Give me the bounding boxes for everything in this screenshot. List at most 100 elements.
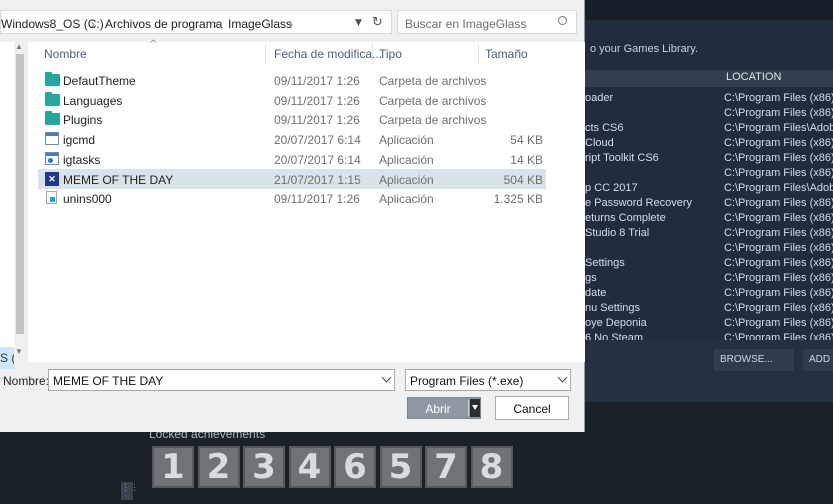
steam-game-name[interactable]: ript Toolkit CS6 bbox=[585, 152, 719, 167]
nav-scrollbar[interactable]: ▲ ▼ bbox=[14, 42, 27, 362]
steam-game-location[interactable]: C:\Program Files (x86)\El bbox=[724, 197, 833, 212]
breadcrumb-separator-icon[interactable]: › bbox=[214, 17, 218, 31]
locked-achievement-icon[interactable]: 8 bbox=[470, 446, 513, 488]
breadcrumb-drive[interactable]: Windows8_OS (C:) bbox=[1, 17, 104, 31]
steam-game-name[interactable]: oader bbox=[585, 92, 719, 107]
locked-achievement-icon[interactable]: 4 bbox=[288, 446, 331, 488]
column-header-type[interactable]: Tipo bbox=[379, 47, 402, 61]
browse-button[interactable]: BROWSE... bbox=[714, 349, 794, 371]
steam-game-name[interactable] bbox=[585, 167, 719, 182]
file-date: 20/07/2017 6:14 bbox=[274, 152, 361, 167]
file-row[interactable]: unins000 09/11/2017 1:26 Aplicación 1.325 K… bbox=[38, 188, 546, 208]
add-selected-button[interactable]: ADD S bbox=[803, 349, 833, 371]
steam-game-name[interactable]: nu Settings bbox=[585, 302, 719, 317]
steam-game-location[interactable]: C:\Program Files (x86)\Cl bbox=[724, 272, 833, 287]
column-header-size[interactable]: Tamaño bbox=[485, 47, 528, 61]
file-name: igtasks bbox=[63, 152, 101, 167]
file-date: 09/11/2017 1:26 bbox=[274, 192, 360, 207]
breadcrumb-imageglass[interactable]: ImageGlass bbox=[228, 17, 292, 31]
locked-achievement-icon[interactable]: 3 bbox=[243, 446, 285, 488]
cancel-button[interactable]: Cancel bbox=[495, 396, 569, 420]
breadcrumb-program-files[interactable]: Archivos de programa bbox=[105, 17, 222, 31]
uninstall-icon bbox=[46, 191, 57, 205]
steam-game-location[interactable]: C:\Program Files (x86)\Cl bbox=[724, 287, 833, 302]
locked-achievement-icon[interactable]: 6 bbox=[334, 446, 376, 488]
chevron-down-icon[interactable] bbox=[381, 372, 392, 383]
scroll-down-icon[interactable]: ▼ bbox=[15, 347, 23, 356]
steam-game-name[interactable] bbox=[585, 107, 719, 122]
breadcrumb-separator-icon[interactable]: › bbox=[91, 17, 95, 31]
open-button[interactable]: Abrir bbox=[407, 397, 481, 419]
open-options-dropdown-icon[interactable] bbox=[470, 399, 480, 417]
locked-achievement-icon[interactable]: 7 bbox=[425, 446, 467, 488]
grip-icon[interactable]: ⋮⋮ bbox=[121, 482, 139, 500]
file-row[interactable]: igtasks 20/07/2017 6:14 Aplicación 14 KB bbox=[38, 149, 546, 169]
file-size: 504 KB bbox=[503, 172, 543, 187]
steam-game-location[interactable]: C:\Program Files (x86)\Da bbox=[724, 317, 833, 332]
filename-input[interactable]: MEME OF THE DAY bbox=[48, 369, 395, 391]
address-bar[interactable]: Windows8_OS (C:) › Archivos de programa … bbox=[0, 10, 392, 34]
steam-game-name[interactable]: date bbox=[585, 287, 719, 302]
scroll-up-icon[interactable]: ▲ bbox=[15, 42, 23, 51]
open-button-label[interactable]: Abrir bbox=[408, 402, 468, 416]
steam-game-name[interactable]: eturns Complete bbox=[585, 212, 719, 227]
steam-game-location[interactable]: C:\Program Files (x86)\Ac bbox=[724, 152, 833, 167]
steam-game-location[interactable]: C:\Program Files (x86)\Cl bbox=[724, 302, 833, 317]
file-row[interactable]: Languages 09/11/2017 1:26 Carpeta de archi… bbox=[38, 90, 546, 110]
search-placeholder[interactable]: Buscar en ImageGlass bbox=[405, 17, 526, 31]
file-size: 54 KB bbox=[510, 133, 543, 148]
search-box[interactable]: Buscar en ImageGlass bbox=[397, 10, 577, 34]
search-icon[interactable] bbox=[558, 16, 567, 25]
file-date: 20/07/2017 6:14 bbox=[274, 133, 361, 148]
locked-achievement-icon[interactable]: 2 bbox=[197, 446, 240, 488]
file-row[interactable]: igcmd 20/07/2017 6:14 Aplicación 54 KB bbox=[38, 129, 546, 149]
location-column-header[interactable]: LOCATION bbox=[726, 71, 781, 83]
chevron-down-icon[interactable] bbox=[557, 372, 568, 383]
steam-game-location[interactable]: C:\Program Files (x86)\Au bbox=[724, 227, 833, 242]
column-divider[interactable] bbox=[265, 44, 266, 64]
file-type: Aplicación bbox=[379, 133, 434, 148]
steam-game-name[interactable]: e Password Recovery bbox=[585, 197, 719, 212]
steam-game-location[interactable]: C:\Program Files (x86)\Cl bbox=[724, 257, 833, 272]
steam-game-location[interactable]: C:\Program Files (x86)\Ja bbox=[724, 107, 833, 122]
steam-game-name[interactable] bbox=[585, 242, 719, 257]
file-row[interactable]: DefautTheme 09/11/2017 1:26 Carpeta de arc… bbox=[38, 70, 546, 90]
meme-app-icon: ✕ bbox=[45, 171, 59, 186]
column-header-date[interactable]: Fecha de modifica... bbox=[274, 47, 382, 61]
steam-game-name[interactable]: cts CS6 bbox=[585, 122, 719, 137]
column-divider[interactable] bbox=[372, 44, 373, 64]
steam-game-location[interactable]: C:\Program Files (x86)\Ac bbox=[724, 167, 833, 182]
steam-game-location[interactable]: C:\Program Files (x86)\4K bbox=[724, 92, 833, 107]
steam-game-name[interactable]: Settings bbox=[585, 257, 719, 272]
steam-game-name[interactable]: gs bbox=[585, 272, 719, 287]
nav-selected-drive[interactable]: S (C bbox=[0, 347, 14, 369]
refresh-icon[interactable]: ↻ bbox=[372, 15, 383, 30]
split-divider bbox=[468, 400, 469, 416]
column-header-name[interactable]: Nombre bbox=[44, 47, 87, 61]
file-name: Plugins bbox=[63, 113, 103, 128]
folder-icon bbox=[45, 111, 60, 126]
nav-scroll-thumb[interactable] bbox=[16, 54, 24, 334]
address-dropdown-icon[interactable]: ▼ bbox=[355, 18, 362, 28]
steam-game-name[interactable]: p CC 2017 bbox=[585, 182, 719, 197]
steam-game-location[interactable]: C:\Program Files (x86)\Ac bbox=[724, 137, 833, 152]
filetype-value[interactable]: Program Files (*.exe) bbox=[410, 374, 523, 388]
file-row[interactable]: ✕ MEME OF THE DAY 21/07/2017 1:15 Aplicació… bbox=[38, 168, 546, 189]
steam-game-name[interactable]: Studio 8 Trial bbox=[585, 227, 719, 242]
locked-achievement-icon[interactable]: 1 bbox=[152, 446, 194, 488]
file-row[interactable]: Plugins 09/11/2017 1:26 Carpeta de archivo… bbox=[38, 109, 546, 129]
breadcrumb-separator-icon[interactable]: › bbox=[289, 17, 293, 31]
file-type: Aplicación bbox=[379, 172, 434, 187]
filetype-select[interactable]: Program Files (*.exe) bbox=[405, 369, 571, 391]
steam-game-location[interactable]: C:\Program Files\Adobe\A bbox=[724, 122, 833, 137]
file-date: 09/11/2017 1:26 bbox=[274, 113, 360, 128]
filename-value[interactable]: MEME OF THE DAY bbox=[53, 374, 163, 388]
steam-game-location[interactable]: C:\Program Files (x86)\Al bbox=[724, 212, 833, 227]
steam-game-location[interactable]: C:\Program Files (x86)\ba bbox=[724, 242, 833, 257]
steam-game-name[interactable]: Cloud bbox=[585, 137, 719, 152]
column-divider[interactable] bbox=[478, 44, 479, 64]
steam-game-location[interactable]: C:\Program Files\Adobe\A bbox=[724, 182, 833, 197]
steam-game-name[interactable]: oye Deponia bbox=[585, 317, 719, 332]
file-name: DefautTheme bbox=[63, 74, 136, 88]
locked-achievement-icon[interactable]: 5 bbox=[379, 446, 422, 488]
